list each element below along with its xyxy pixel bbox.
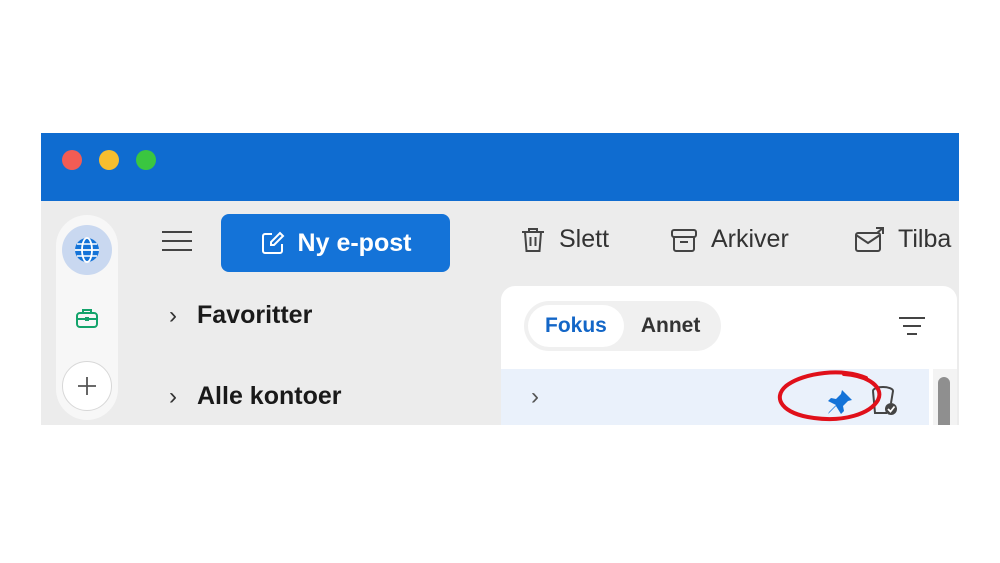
red-annotation-circle <box>777 370 882 421</box>
archive-button[interactable]: Arkiver <box>669 225 789 254</box>
scrollbar-thumb[interactable] <box>938 377 950 425</box>
briefcase-icon <box>76 309 98 328</box>
minimize-window-button[interactable] <box>99 150 119 170</box>
chevron-right-icon: › <box>169 382 177 410</box>
filter-icon[interactable] <box>899 316 925 336</box>
delete-button[interactable]: Slett <box>519 225 609 254</box>
delete-label: Slett <box>559 225 610 253</box>
inbox-pivot: Fokus Annet <box>524 301 722 351</box>
folder-label: Alle kontoer <box>197 382 342 410</box>
trash-icon <box>522 227 544 252</box>
archive-label: Arkiver <box>711 225 789 253</box>
folder-favoritter[interactable]: › Favoritter <box>169 301 312 330</box>
briefcase-app-button[interactable] <box>62 293 112 343</box>
reply-label: Tilba <box>898 225 952 253</box>
new-mail-button[interactable]: Ny e-post <box>221 214 450 272</box>
tab-fokus[interactable]: Fokus <box>528 305 624 347</box>
message-list-pane: Fokus Annet › <box>501 286 957 425</box>
mail-reply-icon <box>855 226 884 252</box>
close-window-button[interactable] <box>62 150 82 170</box>
compose-icon <box>261 231 284 254</box>
archive-icon <box>671 228 697 252</box>
chevron-right-icon[interactable]: › <box>531 383 539 411</box>
menu-icon[interactable] <box>162 229 192 253</box>
app-rail <box>56 215 118 420</box>
zoom-window-button[interactable] <box>136 150 156 170</box>
mail-app-button[interactable] <box>62 225 112 275</box>
scrollbar[interactable] <box>933 369 957 425</box>
folder-alle-kontoer[interactable]: › Alle kontoer <box>169 382 341 411</box>
plus-icon <box>78 377 96 395</box>
new-mail-label: Ny e-post <box>297 228 412 257</box>
folder-label: Favoritter <box>197 301 313 329</box>
chevron-right-icon: › <box>169 301 177 329</box>
reply-button[interactable]: Tilba <box>854 225 951 254</box>
globe-icon <box>75 237 99 263</box>
add-app-button[interactable] <box>62 361 112 411</box>
tab-annet[interactable]: Annet <box>624 305 718 347</box>
title-bar <box>41 133 959 201</box>
